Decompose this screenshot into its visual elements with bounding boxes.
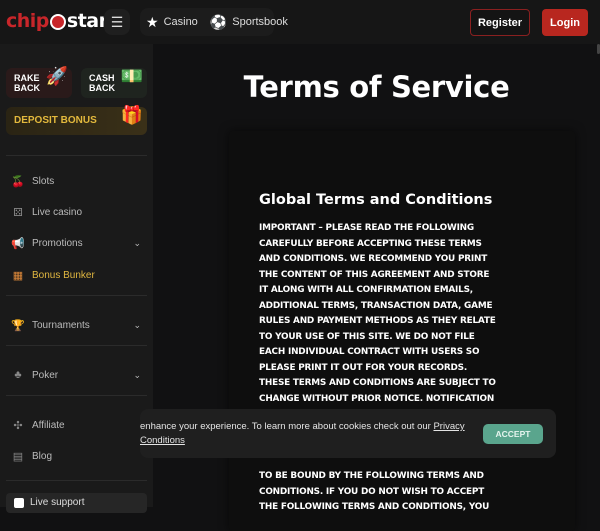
sidebar-item-label: Affiliate xyxy=(32,419,65,431)
cherries-icon: 🍒 xyxy=(11,175,25,188)
terms-text: IMPORTANT – PLEASE READ THE FOLLOWING CA… xyxy=(259,223,496,435)
privacy-link[interactable]: Privacy xyxy=(433,421,464,432)
chevron-down-icon[interactable]: ⌄ xyxy=(133,320,141,331)
sidebar-item-bonus-bunker[interactable]: ▦ Bonus Bunker xyxy=(10,265,145,285)
divider xyxy=(6,480,147,481)
newspaper-icon: ▤ xyxy=(12,450,24,463)
nav-casino[interactable]: ★ Casino xyxy=(146,14,198,31)
sidebar-item-label: Bonus Bunker xyxy=(32,269,95,281)
main-nav: ★ Casino ⚽ Sportsbook xyxy=(140,8,288,36)
cashback-promo[interactable]: CASH BACK 💵 xyxy=(81,66,147,98)
cookie-message: enhance your experience. To learn more a… xyxy=(140,421,434,432)
page-title: Terms of Service xyxy=(243,70,510,104)
sidebar-item-tournaments[interactable]: 🏆 Tournaments ⌄ xyxy=(10,315,145,335)
sidebar-item-poker[interactable]: ♣ Poker ⌄ xyxy=(10,365,145,385)
rakeback-promo[interactable]: RAKE BACK 🚀 xyxy=(6,66,72,98)
deposit-bonus-promo[interactable]: DEPOSIT BONUS 🎁 xyxy=(6,105,147,135)
sidebar-item-label: Poker xyxy=(32,369,59,381)
star-icon: ★ xyxy=(146,13,159,30)
live-support-label: Live support xyxy=(30,497,85,508)
divider xyxy=(6,395,147,396)
sidebar-item-slots[interactable]: 🍒 Slots xyxy=(10,171,145,191)
rocket-icon: 🚀 xyxy=(45,66,68,86)
section-title: Global Terms and Conditions xyxy=(259,192,493,208)
menu-collapse-icon: ☰ xyxy=(110,13,124,30)
sidebar-item-blog[interactable]: ▤ Blog xyxy=(10,446,145,466)
sidebar-item-label: Slots xyxy=(32,175,55,187)
accept-cookies-button[interactable]: ACCEPT xyxy=(483,424,543,444)
money-icon: 💵 xyxy=(120,66,143,86)
top-bar: chip stars ☰ ★ Casino ⚽ Sportsbook Regis… xyxy=(0,0,600,44)
terms-body: IMPORTANT – PLEASE READ THE FOLLOWING CA… xyxy=(259,221,499,516)
terms-text-tail: TO BE BOUND BY THE FOLLOWING TERMS AND C… xyxy=(259,471,490,512)
divider xyxy=(6,345,147,346)
cookie-text: enhance your experience. To learn more a… xyxy=(140,420,480,448)
sidebar-item-affiliate[interactable]: ✣ Affiliate xyxy=(10,415,145,435)
chevron-down-icon[interactable]: ⌄ xyxy=(133,370,141,381)
chevron-down-icon[interactable]: ⌄ xyxy=(133,238,141,249)
nav-sportsbook-label: Sportsbook xyxy=(232,16,288,28)
divider xyxy=(6,295,147,296)
divider xyxy=(6,155,147,156)
soccer-ball-icon: ⚽ xyxy=(209,13,228,30)
menu-toggle-button[interactable]: ☰ xyxy=(104,9,130,35)
login-button[interactable]: Login xyxy=(542,9,588,36)
register-button[interactable]: Register xyxy=(470,9,530,36)
sidebar-item-label: Live casino xyxy=(32,206,83,218)
logo-chip-text: chip xyxy=(6,10,49,32)
sidebar-item-label: Blog xyxy=(32,450,53,462)
megaphone-icon: 📢 xyxy=(11,237,25,250)
treasure-chest-icon: ▦ xyxy=(12,269,24,282)
live-support-button[interactable]: Live support xyxy=(6,493,147,513)
logo[interactable]: chip stars xyxy=(6,10,119,32)
rakeback-label: RAKE BACK xyxy=(14,73,40,93)
poker-chip-icon xyxy=(49,14,66,30)
deposit-bonus-label: DEPOSIT BONUS xyxy=(14,115,97,126)
nav-casino-label: Casino xyxy=(163,16,198,28)
network-icon: ✣ xyxy=(13,419,23,432)
sidebar-item-label: Promotions xyxy=(32,237,83,249)
sidebar: RAKE BACK 🚀 CASH BACK 💵 DEPOSIT BONUS 🎁 … xyxy=(0,44,153,513)
nav-sportsbook[interactable]: ⚽ Sportsbook xyxy=(210,14,288,31)
cashback-label: CASH BACK xyxy=(89,73,115,93)
gift-icon: 🎁 xyxy=(120,105,143,125)
sidebar-item-promotions[interactable]: 📢 Promotions ⌄ xyxy=(10,233,145,253)
conditions-link[interactable]: Conditions xyxy=(140,435,185,446)
dice-icon: ⚄ xyxy=(13,206,23,219)
sidebar-item-live-casino[interactable]: ⚄ Live casino xyxy=(10,202,145,222)
club-icon: ♣ xyxy=(14,369,22,381)
trophy-icon: 🏆 xyxy=(11,319,25,332)
sidebar-item-label: Tournaments xyxy=(32,319,90,331)
cookie-banner: enhance your experience. To learn more a… xyxy=(140,409,556,458)
